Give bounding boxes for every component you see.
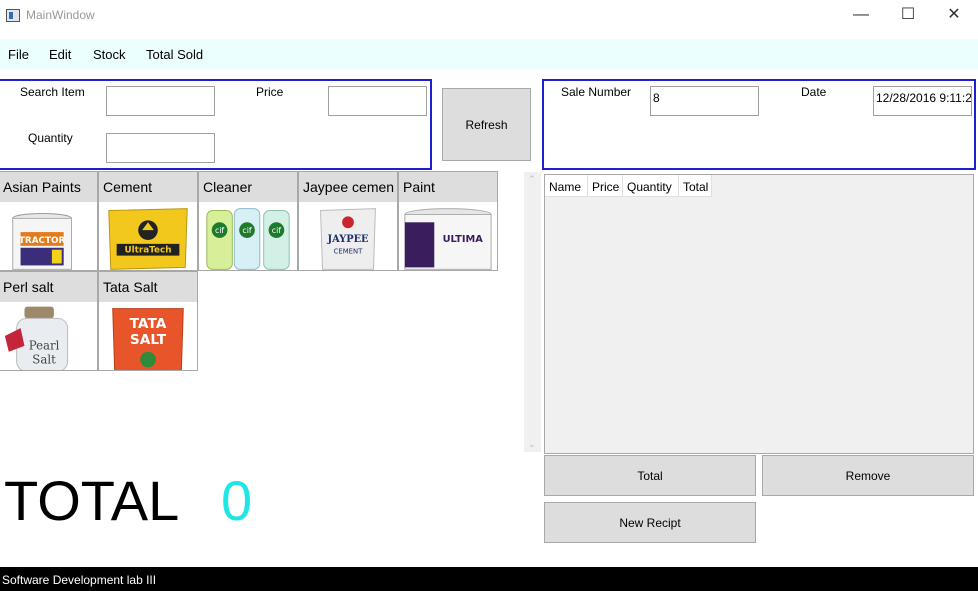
quantity-label: Quantity [28,131,73,145]
new-receipt-button[interactable]: New Recipt [544,502,756,543]
product-scrollbar[interactable]: ⌃ ⌄ [524,172,541,452]
cement-bag-icon: JAYPEE CEMENT [320,208,376,270]
product-name: Cement [99,172,197,202]
total-button[interactable]: Total [544,455,756,496]
salt-packet-icon: TATA SALT [112,308,184,370]
price-label: Price [256,85,284,99]
product-name: Tata Salt [99,272,197,302]
svg-text:cif: cif [242,226,251,235]
paint-bucket-icon: TRACTOR [12,212,73,270]
sale-number-label: Sale Number [561,85,632,99]
sale-number-input[interactable]: 8 [650,86,759,116]
date-label: Date [801,85,827,99]
remove-button[interactable]: Remove [762,455,974,496]
app-icon [6,9,20,22]
column-quantity[interactable]: Quantity [623,175,679,197]
product-tile-cement[interactable]: Cement UltraTech [98,171,198,271]
column-name[interactable]: Name [545,175,588,197]
sales-grid[interactable]: Name Price Quantity Total [544,174,974,454]
product-name: Perl salt [0,272,97,302]
salt-jar-icon: Pearl Salt [4,306,69,370]
column-total[interactable]: Total [679,175,712,197]
svg-text:TATA: TATA [130,316,167,332]
refresh-button[interactable]: Refresh [442,88,531,161]
product-tile-asian-paints[interactable]: Asian Paints TRACTOR [0,171,98,271]
total-label: TOTAL [4,469,180,532]
svg-text:JAYPEE: JAYPEE [326,234,368,245]
menu-total-sold[interactable]: Total Sold [146,47,203,62]
column-price[interactable]: Price [588,175,623,197]
product-tile-paint[interactable]: Paint ULTIMA [398,171,498,271]
close-button[interactable]: ✕ [931,0,977,32]
cleaner-bottles-icon: cif cif cif [206,208,290,270]
product-name: Asian Paints [0,172,97,202]
date-input[interactable]: 12/28/2016 9:11:2 [873,86,972,116]
window-title: MainWindow [26,8,95,22]
product-tile-cleaner[interactable]: Cleaner cif cif cif [198,171,298,271]
price-input[interactable] [328,86,427,116]
svg-text:cif: cif [215,226,224,235]
scroll-down-icon[interactable]: ⌄ [528,439,536,450]
product-name: Jaypee cemen [299,172,397,202]
product-tile-tata-salt[interactable]: Tata Salt TATA SALT [98,271,198,371]
paint-bucket-icon: ULTIMA [404,208,492,270]
product-tile-jaypee-cement[interactable]: Jaypee cemen JAYPEE CEMENT [298,171,398,271]
svg-text:ULTIMA: ULTIMA [443,234,484,245]
menu-edit[interactable]: Edit [49,47,71,62]
quantity-input[interactable] [106,133,215,163]
svg-text:cif: cif [272,226,281,235]
maximize-button[interactable]: ☐ [885,0,931,32]
title-bar: MainWindow — ☐ ✕ [0,0,978,32]
scroll-up-icon[interactable]: ⌃ [528,174,536,185]
status-bar: Software Development lab III [0,567,978,591]
minimize-button[interactable]: — [838,0,884,32]
total-value: 0 [221,469,253,532]
svg-text:Pearl: Pearl [29,339,60,353]
product-tile-perl-salt[interactable]: Perl salt Pearl Salt [0,271,98,371]
svg-text:TRACTOR: TRACTOR [19,236,66,246]
menu-stock[interactable]: Stock [93,47,126,62]
product-name: Paint [399,172,497,202]
product-name: Cleaner [199,172,297,202]
search-item-input[interactable] [106,86,215,116]
svg-text:SALT: SALT [130,332,167,348]
search-item-label: Search Item [20,85,85,99]
menu-file[interactable]: File [8,47,29,62]
svg-text:CEMENT: CEMENT [334,248,364,256]
svg-text:UltraTech: UltraTech [125,246,172,256]
cement-bag-icon: UltraTech [108,208,188,270]
svg-text:Salt: Salt [32,352,56,366]
